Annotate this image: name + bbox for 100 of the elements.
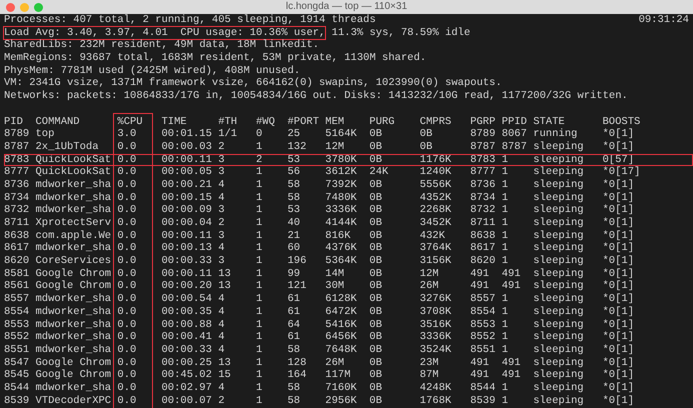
table-cell-text: 8638 (470, 230, 496, 242)
table-cell-text: 58 (288, 344, 302, 357)
table-cell-text: 56 (288, 166, 302, 179)
table-cell-text: 491 (502, 369, 522, 382)
table-cell-text: 40 (288, 217, 302, 230)
column-header: %CPU (117, 116, 144, 128)
table-cell-text: 0.0 (117, 331, 138, 344)
close-icon[interactable] (6, 2, 15, 12)
table-cell-text: 0[57] (602, 154, 636, 166)
table-cell-text: 0.0 (117, 382, 138, 395)
table-cell-text: 3.0 (117, 128, 138, 141)
table-cell-text: 58 (288, 178, 302, 192)
table-cell-text: 8734 (470, 192, 496, 204)
table-cell-text: 3780K (325, 154, 358, 166)
table-cell-text: *0[1] (602, 356, 636, 369)
table-cell-text: QuickLookSat (36, 166, 112, 179)
table-cell-text: running (533, 128, 578, 141)
table-cell-text: mdworker_sha (36, 204, 112, 217)
summary-text: MemRegions: 93687 total, 1683M resident, 53M private, 1130M shared. (4, 52, 426, 65)
table-cell-text: 1 (256, 318, 264, 332)
table-cell-text: 00:00.11 (162, 268, 213, 280)
table-cell-text: 2 (218, 394, 226, 408)
table-cell-text: 1 (256, 331, 264, 344)
table-cell-text: 1 (502, 166, 510, 179)
table-cell-text: 3708K (420, 306, 452, 318)
minimize-icon[interactable] (20, 2, 29, 12)
table-cell-text: 1768K (420, 394, 452, 408)
table-cell-text: 0B (369, 356, 383, 370)
table-cell-text: 1 (256, 280, 264, 294)
table-cell-text: 8638 (4, 230, 30, 242)
table-cell-text: sleeping (533, 242, 585, 255)
table-cell-text: 26M (420, 280, 440, 294)
table-cell-text: 0.0 (117, 204, 138, 217)
table-cell-text: 3336K (420, 331, 452, 344)
table-cell-text: 58 (288, 394, 302, 408)
table-cell-text: 8552 (4, 331, 30, 344)
table-cell-text: 8554 (4, 306, 30, 318)
table-cell-text: 0B (369, 394, 383, 408)
table-cell-text: 1 (256, 230, 264, 242)
table-cell-text: *0[1] (602, 369, 636, 382)
table-cell-text: 1 (256, 255, 264, 268)
table-cell-text: 4 (218, 382, 226, 395)
table-cell-text: 2 (256, 154, 264, 166)
table-cell-text: sleeping (533, 293, 585, 306)
table-cell-text: 8557 (4, 293, 30, 306)
table-cell-text: CoreServices (36, 255, 112, 268)
table-cell-text: 3 (218, 166, 226, 179)
table-cell-text: QuickLookSat (36, 154, 112, 166)
table-cell-text: 1 (502, 382, 510, 395)
table-cell-text: 00:00.05 (162, 166, 213, 179)
table-cell-text: 0.0 (117, 356, 138, 370)
table-cell-text: top (36, 128, 56, 141)
table-cell-text: *0[1] (602, 242, 636, 255)
table-cell-text: 1176K (420, 154, 452, 166)
column-header: PID (4, 116, 24, 128)
table-cell-text: sleeping (533, 255, 585, 268)
table-cell-text: 2x_1UbToda (36, 140, 100, 154)
maximize-icon[interactable] (34, 2, 43, 12)
table-cell-text: 15 (218, 369, 232, 382)
table-cell-text: 7160K (325, 382, 358, 395)
table-cell-text: 8732 (4, 204, 30, 217)
table-cell-text: 53 (288, 154, 302, 166)
table-cell-text: 0B (369, 293, 383, 306)
table-cell-text: 58 (288, 192, 302, 204)
table-cell-text: 3612K (325, 166, 358, 179)
table-cell-text: 3 (218, 255, 226, 268)
table-cell-text: 0B (369, 217, 383, 230)
table-cell-text: 8736 (4, 178, 30, 192)
table-cell-text: 0B (369, 154, 383, 166)
table-cell-text: 1 (502, 394, 510, 408)
table-cell-text: 491 (470, 356, 490, 370)
table-cell-text: *0[1] (602, 382, 636, 395)
table-cell-text: 0B (369, 369, 383, 382)
table-cell-text: 8539 (4, 394, 30, 408)
table-cell-text: 8787 (502, 140, 528, 154)
table-cell-text: sleeping (533, 268, 585, 280)
summary-text: PhysMem: 7781M used (2425M wired), 408M unused. (4, 64, 300, 77)
table-cell-text: 0B (369, 140, 383, 154)
column-header: #PORT (288, 116, 320, 128)
table-cell-text: VTDecoderXPC (36, 394, 112, 408)
table-cell-text: 0B (369, 331, 383, 344)
table-cell-text: 8711 (470, 217, 496, 230)
table-cell-text: 8711 (4, 217, 30, 230)
table-cell-text: 13 (218, 356, 232, 370)
table-cell-text: 0.0 (117, 154, 138, 166)
table-cell-text: 3524K (420, 344, 452, 357)
table-cell-text: 87M (420, 369, 440, 382)
table-cell-text: 00:00.21 (162, 178, 213, 192)
table-cell-text: 7480K (325, 192, 358, 204)
table-cell-text: 1240K (420, 166, 452, 179)
table-cell-text: 00:00.04 (162, 217, 213, 230)
table-cell-text: 0.0 (117, 217, 138, 230)
table-cell-text: 6472K (325, 306, 358, 318)
table-cell-text: 3764K (420, 242, 452, 256)
table-cell-text: 8557 (470, 293, 496, 306)
table-cell-text: 0B (369, 178, 383, 192)
window-title: lc.hongda — top — 110×31 (286, 0, 408, 14)
table-cell-text: mdworker_sha (36, 178, 112, 192)
table-cell-text: *0[1] (602, 204, 636, 217)
table-cell-text: sleeping (533, 166, 585, 179)
